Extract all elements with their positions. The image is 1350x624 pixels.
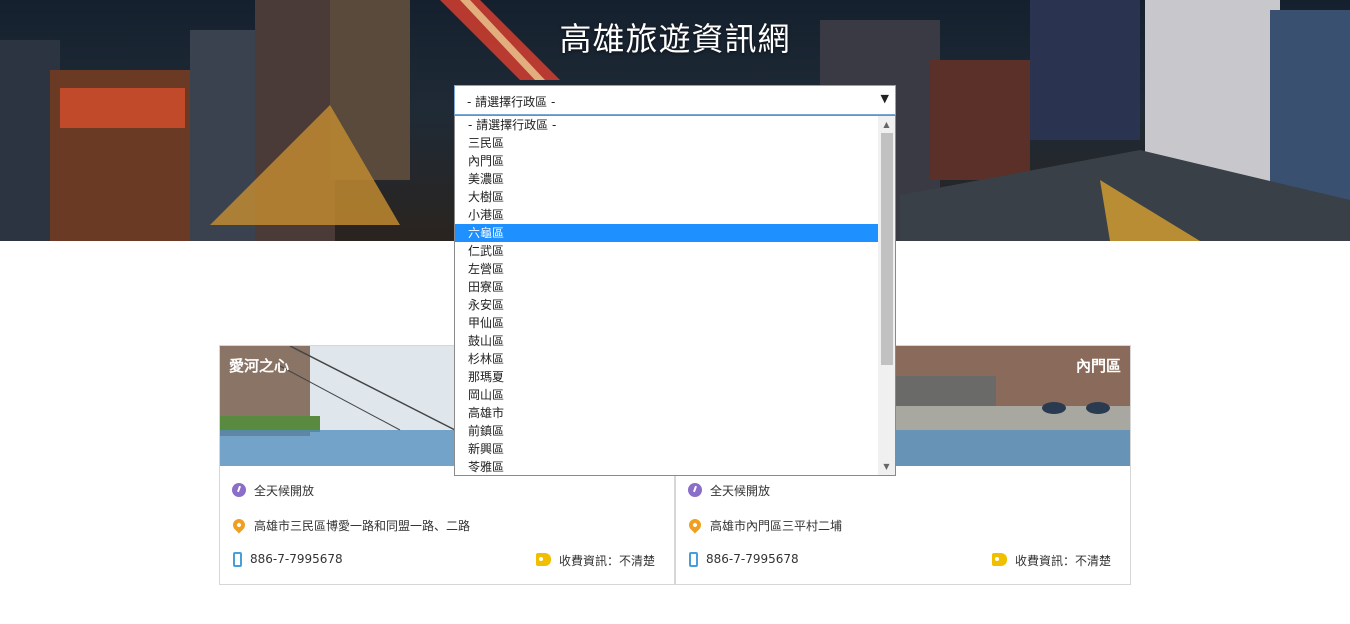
location-pin-icon xyxy=(230,516,248,534)
price-tag-icon xyxy=(536,553,551,566)
district-dropdown-list[interactable]: - 請選擇行政區 - 三民區 內門區 美濃區 大樹區 小港區 六龜區 仁武區 左營區 田寮區 永安區… xyxy=(454,115,896,476)
dropdown-option[interactable]: 三民區 xyxy=(455,134,879,152)
open-time: 全天候開放 xyxy=(254,484,315,498)
dropdown-arrow-icon[interactable]: ▼ xyxy=(881,92,889,105)
scroll-up-arrow-icon[interactable]: ▲ xyxy=(878,116,895,133)
district-select-value: - 請選擇行政區 - xyxy=(467,95,556,109)
dropdown-option[interactable]: 新興區 xyxy=(455,440,879,458)
address: 高雄市內門區三平村二埔 xyxy=(710,519,843,533)
fee-info: 收費資訊：不清楚 xyxy=(559,554,656,568)
phone-number: 886-7-7995678 xyxy=(250,552,343,566)
open-time: 全天候開放 xyxy=(710,484,771,498)
scroll-thumb[interactable] xyxy=(881,133,893,365)
dropdown-option[interactable]: 高雄市 xyxy=(455,404,879,422)
dropdown-option[interactable]: 左營區 xyxy=(455,260,879,278)
dropdown-option[interactable]: 前鎮區 xyxy=(455,422,879,440)
dropdown-option[interactable]: 杉林區 xyxy=(455,350,879,368)
dropdown-option[interactable]: 內門區 xyxy=(455,152,879,170)
address: 高雄市三民區博愛一路和同盟一路、二路 xyxy=(254,519,471,533)
dropdown-option[interactable]: 甲仙區 xyxy=(455,314,879,332)
dropdown-option[interactable]: 小港區 xyxy=(455,206,879,224)
price-tag-icon xyxy=(992,553,1007,566)
dropdown-option[interactable]: 鼓山區 xyxy=(455,332,879,350)
dropdown-option[interactable]: 田寮區 xyxy=(455,278,879,296)
fee-info: 收費資訊：不清楚 xyxy=(1015,554,1112,568)
dropdown-option[interactable]: - 請選擇行政區 - xyxy=(455,116,879,134)
dropdown-option[interactable]: 六龜區 xyxy=(455,224,879,242)
attraction-name: 內門區 xyxy=(1075,357,1121,375)
clock-icon xyxy=(688,483,702,497)
district-select[interactable]: - 請選擇行政區 - ▼ xyxy=(454,85,896,115)
phone-number: 886-7-7995678 xyxy=(706,552,799,566)
dropdown-option[interactable]: 大樹區 xyxy=(455,188,879,206)
phone-icon xyxy=(233,552,242,567)
dropdown-option[interactable]: 那瑪夏 xyxy=(455,368,879,386)
clock-icon xyxy=(232,483,246,497)
dropdown-option[interactable]: 苓雅區 xyxy=(455,458,879,475)
attraction-name: 愛河之心 xyxy=(229,357,290,375)
dropdown-scrollbar[interactable]: ▲ ▼ xyxy=(878,116,895,475)
dropdown-option[interactable]: 美濃區 xyxy=(455,170,879,188)
dropdown-option[interactable]: 永安區 xyxy=(455,296,879,314)
scroll-down-arrow-icon[interactable]: ▼ xyxy=(878,458,895,475)
dropdown-option[interactable]: 仁武區 xyxy=(455,242,879,260)
dropdown-option[interactable]: 岡山區 xyxy=(455,386,879,404)
phone-icon xyxy=(689,552,698,567)
location-pin-icon xyxy=(686,516,704,534)
site-title: 高雄旅遊資訊網 xyxy=(559,20,791,58)
